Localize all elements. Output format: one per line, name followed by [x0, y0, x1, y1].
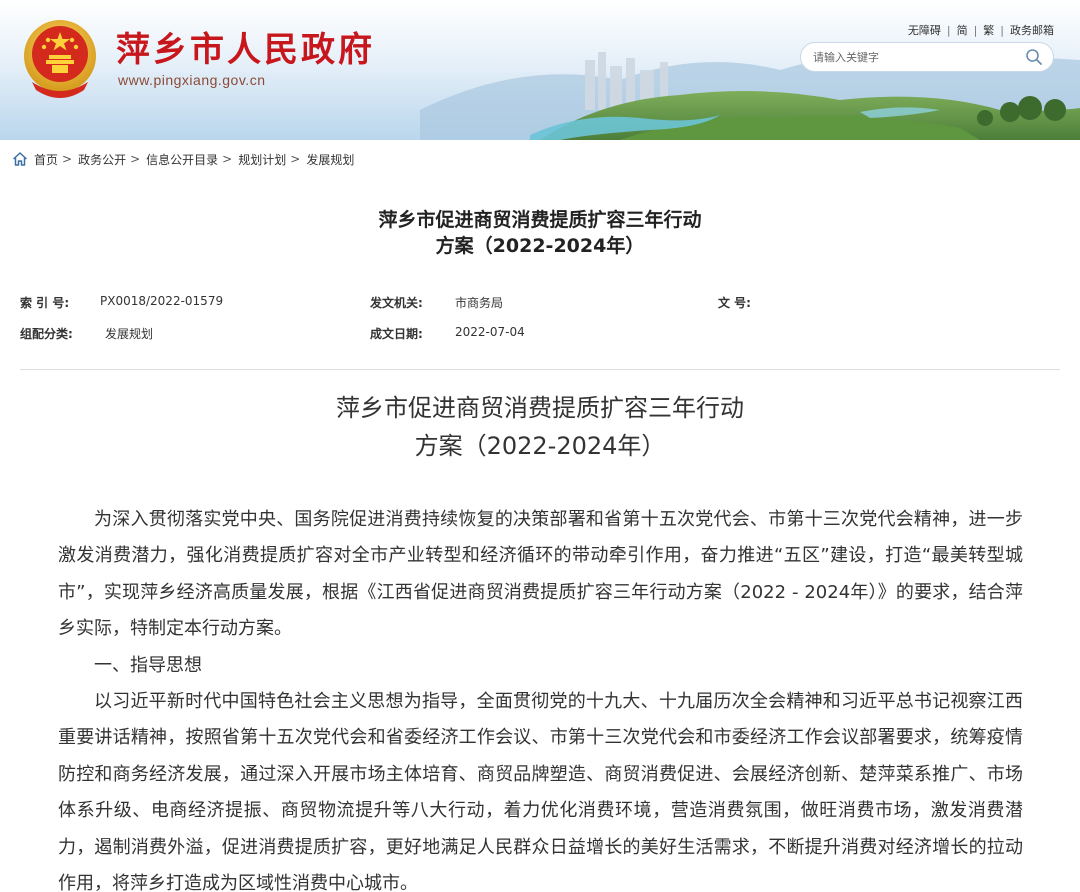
simplified-chinese-link[interactable]: 简 — [957, 22, 968, 38]
breadcrumb-separator: > — [130, 152, 141, 166]
category-label: 组配分类: — [20, 327, 73, 341]
separator: | — [1000, 23, 1004, 37]
breadcrumb-plans[interactable]: 规划计划 — [238, 151, 286, 168]
body-title: 萍乡市促进商贸消费提质扩容三年行动 方案（2022-2024年） — [0, 389, 1080, 465]
breadcrumb: 首页 > 政务公开 > 信息公开目录 > 规划计划 > 发展规划 — [0, 140, 1080, 178]
document-number-label: 文 号: — [718, 296, 751, 310]
site-title[interactable]: 萍乡市人民政府 — [116, 22, 375, 71]
breadcrumb-gov-affairs[interactable]: 政务公开 — [78, 151, 126, 168]
document-title-line2: 方案（2022-2024年） — [435, 235, 645, 257]
section-heading: 一、指导思想 — [94, 654, 202, 676]
traditional-chinese-link[interactable]: 繁 — [983, 22, 994, 38]
divider — [20, 369, 1060, 370]
separator: | — [973, 23, 978, 37]
date-value: 2022-07-04 — [455, 325, 525, 339]
breadcrumb-home[interactable]: 首页 — [34, 151, 58, 168]
body-title-line2: 方案（2022-2024年） — [414, 432, 666, 460]
home-icon[interactable] — [12, 151, 28, 167]
search-icon[interactable] — [1025, 48, 1043, 66]
index-number-label: 索 引 号: — [20, 296, 70, 310]
document-body: 为深入贯彻落实党中央、国务院促进消费持续恢复的决策部署和省第十五次党代会、市第十… — [0, 502, 1080, 892]
paragraph: 为深入贯彻落实党中央、国务院促进消费持续恢复的决策部署和省第十五次党代会、市第十… — [58, 509, 1023, 640]
breadcrumb-separator: > — [290, 152, 301, 166]
document-title-line1: 萍乡市促进商贸消费提质扩容三年行动 — [378, 209, 702, 231]
accessibility-link[interactable]: 无障碍 — [908, 22, 941, 38]
document-header: 萍乡市促进商贸消费提质扩容三年行动 方案（2022-2024年） — [0, 178, 1080, 259]
category-value: 发展规划 — [105, 327, 154, 341]
search-input[interactable] — [813, 50, 1025, 64]
breadcrumb-info-catalog[interactable]: 信息公开目录 — [146, 151, 218, 168]
gov-mailbox-link[interactable]: 政务邮箱 — [1010, 22, 1054, 38]
body-title-line1: 萍乡市促进商贸消费提质扩容三年行动 — [336, 394, 744, 422]
breadcrumb-development-plan[interactable]: 发展规划 — [306, 151, 354, 168]
breadcrumb-separator: > — [222, 152, 233, 166]
paragraph: 以习近平新时代中国特色社会主义思想为指导，全面贯彻党的十九大、十九届历次全会精神… — [58, 691, 1023, 892]
issuer-label: 发文机关: — [370, 296, 423, 310]
document-metadata: 索 引 号: PX0018/2022-01579 发文机关: 市商务局 文 号:… — [0, 289, 1080, 369]
issuer-value: 市商务局 — [455, 296, 504, 310]
separator: | — [946, 23, 951, 37]
site-domain: www.pingxiang.gov.cn — [118, 72, 266, 88]
date-label: 成文日期: — [370, 327, 423, 341]
search-box — [800, 42, 1054, 72]
top-links: 无障碍 | 简 | 繁 | 政务邮箱 — [908, 22, 1054, 38]
site-header: 萍乡市人民政府 www.pingxiang.gov.cn 无障碍 | 简 | 繁… — [0, 0, 1080, 140]
index-number-value: PX0018/2022-01579 — [100, 294, 224, 308]
national-emblem-icon — [24, 20, 96, 98]
breadcrumb-separator: > — [62, 152, 73, 166]
